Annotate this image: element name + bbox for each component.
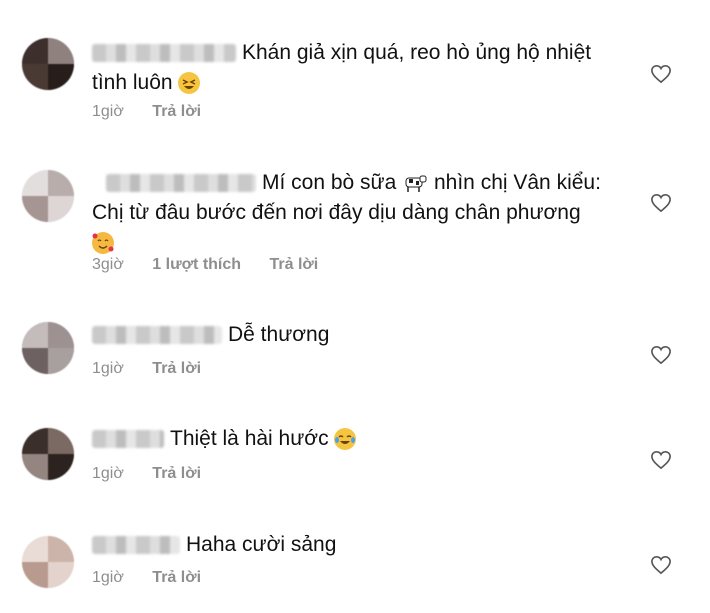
username-blurred[interactable]: [92, 536, 180, 555]
reply-button[interactable]: Trả lời: [152, 360, 201, 378]
comment-text: Khán giả xịn quá, reo hò ủng hộ nhiệt tì…: [92, 38, 630, 98]
avatar[interactable]: [22, 322, 74, 374]
heart-icon[interactable]: [650, 450, 672, 470]
timestamp: 1giờ: [92, 569, 124, 586]
comment-body: Dễ thương: [228, 323, 330, 346]
avatar[interactable]: [22, 428, 74, 480]
reply-button[interactable]: Trả lời: [152, 465, 201, 483]
heart-icon[interactable]: [650, 193, 672, 213]
timestamp: 1giờ: [92, 465, 124, 482]
comment-text: Haha cười sảng: [92, 530, 630, 560]
comment-body: Mí con bò sữa: [262, 171, 397, 194]
reply-button[interactable]: Trả lời: [270, 256, 319, 274]
heart-icon[interactable]: [650, 64, 672, 84]
timestamp: 3giờ: [92, 256, 124, 273]
timestamp: 1giờ: [92, 360, 124, 377]
comment-text: Dễ thương: [92, 320, 630, 350]
comment-meta: 1giờ Trả lời: [92, 465, 225, 483]
timestamp: 1giờ: [92, 103, 124, 120]
avatar[interactable]: [22, 170, 74, 222]
heart-icon[interactable]: [650, 555, 672, 575]
username-blurred[interactable]: [106, 174, 256, 193]
laughing-face-icon: [178, 72, 201, 95]
heart-icon[interactable]: [650, 345, 672, 365]
username-blurred[interactable]: [92, 326, 222, 345]
cow-icon: [402, 172, 428, 194]
tears-of-joy-icon: [334, 428, 357, 451]
smiling-face-with-hearts-icon: [92, 232, 114, 255]
avatar[interactable]: [22, 38, 74, 90]
likes-count[interactable]: 1 lượt thích: [152, 256, 241, 274]
reply-button[interactable]: Trả lời: [152, 569, 201, 587]
comment-body: Thiệt là hài hước: [170, 427, 329, 450]
comment-meta: 1giờ Trả lời: [92, 360, 225, 378]
comment-meta: 1giờ Trả lời: [92, 569, 225, 587]
comment-text: Thiệt là hài hước: [92, 424, 630, 454]
username-blurred[interactable]: [92, 430, 164, 449]
comment-text: Mí con bò sữa nhìn chị Vân kiểu: Chị từ …: [92, 168, 630, 258]
comment-meta: 1giờ Trả lời: [92, 103, 225, 121]
comment-body: Haha cười sảng: [186, 533, 337, 556]
comment-meta: 3giờ 1 lượt thích Trả lời: [92, 256, 342, 274]
reply-button[interactable]: Trả lời: [152, 103, 201, 121]
avatar[interactable]: [22, 536, 74, 588]
username-blurred[interactable]: [92, 44, 236, 63]
